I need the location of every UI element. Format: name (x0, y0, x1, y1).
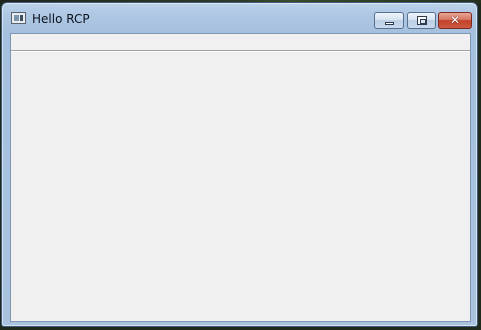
application-window: Hello RCP ✕ (1, 2, 478, 327)
app-icon-pane-right (20, 15, 23, 21)
title-bar[interactable]: Hello RCP ✕ (2, 3, 477, 33)
minimize-button[interactable] (374, 12, 404, 29)
workbench-content[interactable] (11, 52, 470, 321)
maximize-icon (417, 16, 427, 25)
app-window-icon[interactable] (11, 12, 26, 24)
app-icon-pane-left (14, 15, 19, 21)
minimize-icon (385, 22, 394, 25)
maximize-button[interactable] (407, 12, 436, 29)
client-area (10, 33, 471, 322)
window-title: Hello RCP (32, 12, 90, 26)
close-button[interactable]: ✕ (438, 12, 472, 29)
close-icon: ✕ (449, 13, 461, 27)
menu-bar[interactable] (11, 34, 470, 51)
